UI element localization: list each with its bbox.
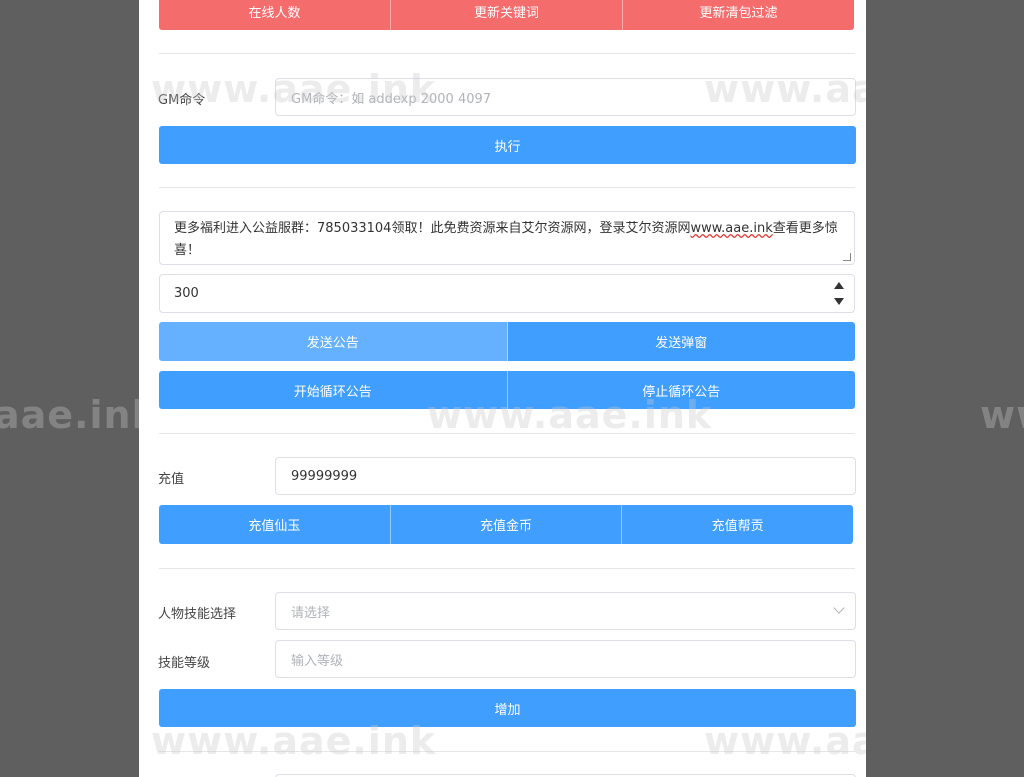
recharge-amount-input[interactable]: 99999999 [275, 457, 856, 495]
add-skill-button[interactable]: 增加 [159, 689, 856, 727]
interval-number-input[interactable]: 300 [159, 274, 855, 313]
update-packet-filter-button[interactable]: 更新清包过滤 [623, 0, 854, 30]
interval-value: 300 [174, 286, 199, 301]
loop-button-group: 开始循环公告 停止循环公告 [159, 371, 855, 409]
announcement-text-link: www.aae.ink [690, 221, 773, 236]
recharge-jade-button[interactable]: 充值仙玉 [159, 505, 391, 544]
announcement-button-group: 发送公告 发送弹窗 [159, 322, 855, 361]
recharge-guild-button[interactable]: 充值帮贡 [622, 505, 853, 544]
send-notice-button[interactable]: 发送公告 [159, 322, 508, 361]
announcement-text-before: 更多福利进入公益服群：785033104领取！此免费资源来自艾尔资源网，登录艾尔… [174, 221, 691, 236]
recharge-gold-button[interactable]: 充值金币 [390, 505, 623, 544]
skill-select-label: 人物技能选择 [158, 607, 237, 622]
skill-level-label: 技能等级 [158, 656, 211, 671]
watermark-left: aae.ink [0, 393, 158, 437]
execute-button[interactable]: 执行 [159, 126, 856, 164]
start-loop-button[interactable]: 开始循环公告 [159, 371, 508, 409]
announcement-textarea[interactable]: 更多福利进入公益服群：785033104领取！此免费资源来自艾尔资源网，登录艾尔… [159, 211, 855, 265]
stop-loop-button[interactable]: 停止循环公告 [507, 371, 855, 409]
spin-down-icon[interactable] [834, 298, 844, 305]
spin-up-icon[interactable] [834, 282, 844, 289]
recharge-button-group: 充值仙玉 充值金币 充值帮贡 [159, 505, 853, 544]
divider [159, 187, 855, 188]
divider [159, 751, 855, 752]
skill-select-placeholder: 请选择 [291, 605, 331, 621]
skill-select[interactable]: 请选择 [275, 592, 856, 630]
resize-handle-icon[interactable] [843, 253, 851, 261]
top-button-group: 在线人数 更新关键词 更新清包过滤 [159, 0, 854, 30]
watermark-right-edge: ww [980, 393, 1024, 437]
number-spinner[interactable] [832, 280, 846, 308]
skill-level-input[interactable]: 输入等级 [275, 640, 856, 678]
online-users-button[interactable]: 在线人数 [159, 0, 391, 30]
divider [159, 568, 855, 569]
divider [159, 433, 855, 434]
gm-command-label: GM命令 [158, 93, 206, 108]
chevron-down-icon [833, 602, 845, 614]
admin-panel: 在线人数 更新关键词 更新清包过滤 GM命令 GM命令：如 addexp 200… [139, 0, 866, 777]
divider [159, 53, 855, 54]
send-popup-button[interactable]: 发送弹窗 [507, 322, 855, 361]
gm-command-input[interactable]: GM命令：如 addexp 2000 4097 [275, 78, 856, 116]
recharge-label: 充值 [158, 472, 185, 487]
update-keywords-button[interactable]: 更新关键词 [391, 0, 623, 30]
